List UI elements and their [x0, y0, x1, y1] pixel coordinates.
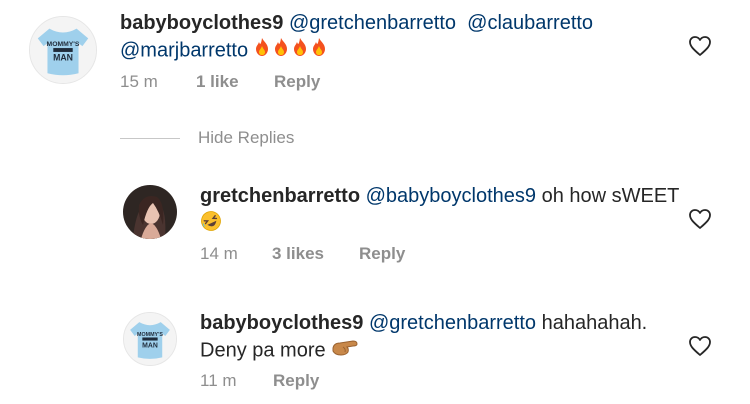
avatar[interactable]	[123, 185, 177, 239]
mention-link[interactable]: @gretchenbarretto	[289, 12, 456, 34]
comment-username[interactable]: babyboyclothes9	[120, 12, 283, 34]
likes-count[interactable]: 1 like	[196, 72, 274, 92]
comment-text: babyboyclothes9 @gretchenbarretto hahaha…	[200, 310, 680, 365]
onesie-avatar-image: MOMMY'S MAN	[30, 17, 96, 83]
avatar[interactable]: MOMMY'S MAN	[123, 312, 177, 366]
mention-link[interactable]: @gretchenbarretto	[369, 312, 536, 334]
comment-text: babyboyclothes9 @gretchenbarretto @claub…	[120, 10, 700, 65]
comment-meta: 15 m 1 like Reply	[120, 72, 320, 92]
hide-replies-label: Hide Replies	[198, 128, 295, 147]
profile-photo-image	[123, 185, 177, 239]
comment-username[interactable]: gretchenbarretto	[200, 185, 360, 207]
fire-emoji	[254, 37, 328, 65]
like-heart-icon[interactable]	[688, 334, 712, 358]
svg-text:MAN: MAN	[142, 342, 158, 349]
rofl-emoji	[200, 210, 222, 240]
pointing-hand-emoji	[331, 337, 359, 365]
comment-body-text-2: Deny pa more	[200, 339, 326, 362]
likes-count[interactable]: 3 likes	[272, 244, 359, 264]
onesie-avatar-image: MOMMY'S MAN	[124, 313, 176, 365]
svg-text:MOMMY'S: MOMMY'S	[137, 332, 163, 338]
comment-username[interactable]: babyboyclothes9	[200, 312, 363, 334]
svg-text:MOMMY'S: MOMMY'S	[47, 41, 80, 48]
svg-text:MAN: MAN	[53, 53, 73, 63]
like-heart-icon[interactable]	[688, 34, 712, 58]
comment-body-text: oh how sWEET	[541, 185, 680, 207]
avatar[interactable]: MOMMY'S MAN	[29, 16, 97, 84]
mention-link[interactable]: @claubarretto	[467, 12, 593, 34]
reply-button[interactable]: Reply	[274, 72, 320, 92]
mention-link[interactable]: @marjbarretto	[120, 39, 248, 61]
comment-body-text: hahahahah.	[541, 312, 648, 334]
mention-link[interactable]: @babyboyclothes9	[366, 185, 536, 207]
like-heart-icon[interactable]	[688, 207, 712, 231]
comment-text: gretchenbarretto @babyboyclothes9 oh how…	[200, 183, 680, 240]
comment-meta: 14 m 3 likes Reply	[200, 244, 405, 264]
reply-button[interactable]: Reply	[359, 244, 405, 264]
hide-replies-button[interactable]: Hide Replies	[120, 128, 294, 148]
comment-meta: 11 m Reply	[200, 371, 319, 391]
divider-line	[120, 137, 180, 139]
comment-time: 15 m	[120, 72, 158, 91]
comment-time: 14 m	[200, 244, 238, 263]
comment-time: 11 m	[200, 371, 237, 390]
reply-button[interactable]: Reply	[273, 371, 319, 391]
